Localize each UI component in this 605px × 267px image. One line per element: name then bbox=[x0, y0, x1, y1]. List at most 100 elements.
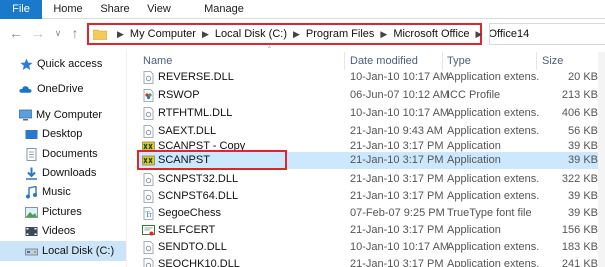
nav-item-label: Music bbox=[42, 186, 71, 198]
tab-home[interactable]: Home bbox=[48, 0, 88, 19]
search-input[interactable] bbox=[489, 23, 605, 45]
file-type: Application bbox=[447, 154, 501, 166]
file-date: 21-Jan-10 3:17 PM bbox=[350, 190, 444, 202]
column-header-type[interactable]: Type bbox=[447, 53, 471, 69]
pictures-icon bbox=[25, 207, 38, 218]
address-row: ← → ∨ ↑ ▶ My Computer ▶ Local Disk (C:) … bbox=[0, 19, 605, 49]
file-row[interactable]: SELFCERT 21-Jan-10 3:17 PM Application 1… bbox=[137, 221, 605, 239]
dll-icon bbox=[143, 190, 154, 203]
file-size: 322 KB bbox=[561, 173, 598, 185]
nav-item-label: Videos bbox=[42, 225, 76, 237]
file-type: Application bbox=[447, 224, 501, 236]
file-type: TrueType font file bbox=[447, 207, 532, 219]
nav-item-onedrive[interactable]: OneDrive bbox=[0, 80, 126, 99]
tab-file[interactable]: File bbox=[0, 0, 42, 19]
selection-highlight-box bbox=[137, 150, 287, 170]
file-date: 10-Jan-10 10:17 AM bbox=[350, 71, 450, 83]
breadcrumb-separator-icon[interactable]: ▶ bbox=[287, 29, 306, 40]
nav-item-pictures[interactable]: Pictures bbox=[0, 203, 126, 222]
nav-item-local-disk[interactable]: Local Disk (C:) bbox=[0, 241, 126, 261]
nav-item-videos[interactable]: Videos bbox=[0, 222, 126, 241]
breadcrumb-separator-icon[interactable]: ▶ bbox=[470, 29, 489, 40]
nav-item-label: OneDrive bbox=[37, 83, 84, 95]
file-row[interactable]: SCNPST32.DLL 21-Jan-10 3:17 PM Applicati… bbox=[137, 170, 605, 188]
nav-item-downloads[interactable]: Downloads bbox=[0, 164, 126, 183]
nav-item-label: Desktop bbox=[42, 128, 83, 140]
file-row[interactable]: REVERSE.DLL 10-Jan-10 10:17 AM Applicati… bbox=[137, 68, 605, 86]
file-size: 156 KB bbox=[561, 224, 598, 236]
breadcrumb-microsoft-office[interactable]: Microsoft Office bbox=[393, 28, 469, 40]
downloads-icon bbox=[26, 167, 37, 180]
file-row[interactable]: SENDTO.DLL 10-Jan-10 10:17 AM Applicatio… bbox=[137, 238, 605, 256]
file-row[interactable]: RSWOP 06-Jun-07 10:12 AM ICC Profile 213… bbox=[137, 86, 605, 104]
dll-icon bbox=[143, 258, 154, 267]
up-arrow-icon[interactable]: ↑ bbox=[67, 25, 83, 41]
nav-item-label: My Computer bbox=[36, 109, 103, 121]
nav-item-label: Quick access bbox=[37, 58, 103, 70]
column-header-size[interactable]: Size bbox=[542, 53, 563, 69]
music-icon bbox=[26, 186, 37, 199]
documents-icon bbox=[26, 148, 37, 161]
file-type: Application extens... bbox=[447, 190, 539, 202]
file-date: 07-Feb-07 9:25 PM bbox=[350, 207, 445, 219]
breadcrumb: ▶ My Computer ▶ Local Disk (C:) ▶ Progra… bbox=[111, 25, 529, 43]
address-bar[interactable]: ▶ My Computer ▶ Local Disk (C:) ▶ Progra… bbox=[87, 23, 529, 45]
breadcrumb-separator-icon[interactable]: ▶ bbox=[196, 29, 215, 40]
file-name: SELFCERT bbox=[158, 224, 216, 236]
file-name: SCNPST32.DLL bbox=[158, 173, 239, 185]
dll-icon bbox=[143, 107, 154, 120]
tab-manage[interactable]: Manage bbox=[198, 0, 250, 19]
navigation-pane: Quick access OneDrive My Computer Deskto… bbox=[0, 49, 126, 267]
dll-icon bbox=[143, 71, 154, 84]
file-row[interactable]: T T SegoeChess 07-Feb-07 9:25 PM TrueTyp… bbox=[137, 204, 605, 222]
file-type: Application extens... bbox=[447, 173, 539, 185]
videos-icon bbox=[25, 227, 38, 236]
file-row[interactable]: RTFHTML.DLL 10-Jan-10 10:17 AM Applicati… bbox=[137, 104, 605, 122]
column-header-name[interactable]: Name bbox=[143, 53, 172, 69]
ribbon-tab-bar: File Home Share View Manage bbox=[0, 0, 605, 19]
nav-item-desktop[interactable]: Desktop bbox=[0, 125, 126, 144]
file-name: SCNPST64.DLL bbox=[158, 190, 239, 202]
file-name: SENDTO.DLL bbox=[158, 241, 227, 253]
nav-item-music[interactable]: Music bbox=[0, 183, 126, 202]
vertical-scrollbar[interactable] bbox=[598, 52, 605, 267]
breadcrumb-my-computer[interactable]: My Computer bbox=[130, 28, 196, 40]
file-row[interactable]: SCNPST64.DLL 21-Jan-10 3:17 PM Applicati… bbox=[137, 187, 605, 205]
folder-icon bbox=[93, 29, 107, 40]
breadcrumb-program-files[interactable]: Program Files bbox=[306, 28, 374, 40]
sort-ascending-icon: ⌃ bbox=[266, 45, 273, 54]
tab-view[interactable]: View bbox=[141, 0, 177, 19]
nav-item-quick-access[interactable]: Quick access bbox=[0, 55, 126, 74]
file-size: 406 KB bbox=[561, 107, 598, 119]
breadcrumb-local-disk[interactable]: Local Disk (C:) bbox=[215, 28, 287, 40]
tab-share[interactable]: Share bbox=[94, 0, 136, 19]
file-size: 39 KB bbox=[568, 154, 598, 166]
file-type: Application extens... bbox=[447, 241, 539, 253]
back-arrow-icon[interactable]: ← bbox=[8, 25, 24, 41]
computer-icon bbox=[19, 109, 32, 121]
file-name: SegoeChess bbox=[158, 207, 221, 219]
nav-item-label: Pictures bbox=[42, 206, 82, 218]
pane-splitter[interactable] bbox=[126, 49, 127, 267]
file-name: RSWOP bbox=[158, 89, 200, 101]
file-size: 20 KB bbox=[568, 71, 598, 83]
recent-locations-chevron-icon[interactable]: ∨ bbox=[50, 25, 66, 41]
file-row[interactable]: SEQCHK10.DLL 21-Jan-10 3:17 PM Applicati… bbox=[137, 255, 605, 267]
star-icon bbox=[20, 58, 33, 70]
file-date: 21-Jan-10 3:17 PM bbox=[350, 258, 444, 267]
file-date: 10-Jan-10 10:17 AM bbox=[350, 107, 450, 119]
nav-item-documents[interactable]: Documents bbox=[0, 145, 126, 164]
file-date: 21-Jan-10 3:17 PM bbox=[350, 154, 444, 166]
nav-item-my-computer[interactable]: My Computer bbox=[0, 106, 126, 125]
forward-arrow-icon[interactable]: → bbox=[30, 25, 46, 41]
nav-item-label: Local Disk (C:) bbox=[42, 245, 115, 257]
dll-icon bbox=[143, 173, 154, 186]
breadcrumb-separator-icon[interactable]: ▶ bbox=[374, 29, 393, 40]
column-header-date-modified[interactable]: Date modified bbox=[350, 53, 418, 69]
icc-profile-icon bbox=[143, 89, 154, 102]
file-name: REVERSE.DLL bbox=[158, 71, 234, 83]
file-date: 10-Jan-10 10:17 AM bbox=[350, 241, 450, 253]
file-type: Application extens... bbox=[447, 107, 539, 119]
file-size: 39 KB bbox=[568, 207, 598, 219]
file-name: SEQCHK10.DLL bbox=[158, 258, 240, 267]
